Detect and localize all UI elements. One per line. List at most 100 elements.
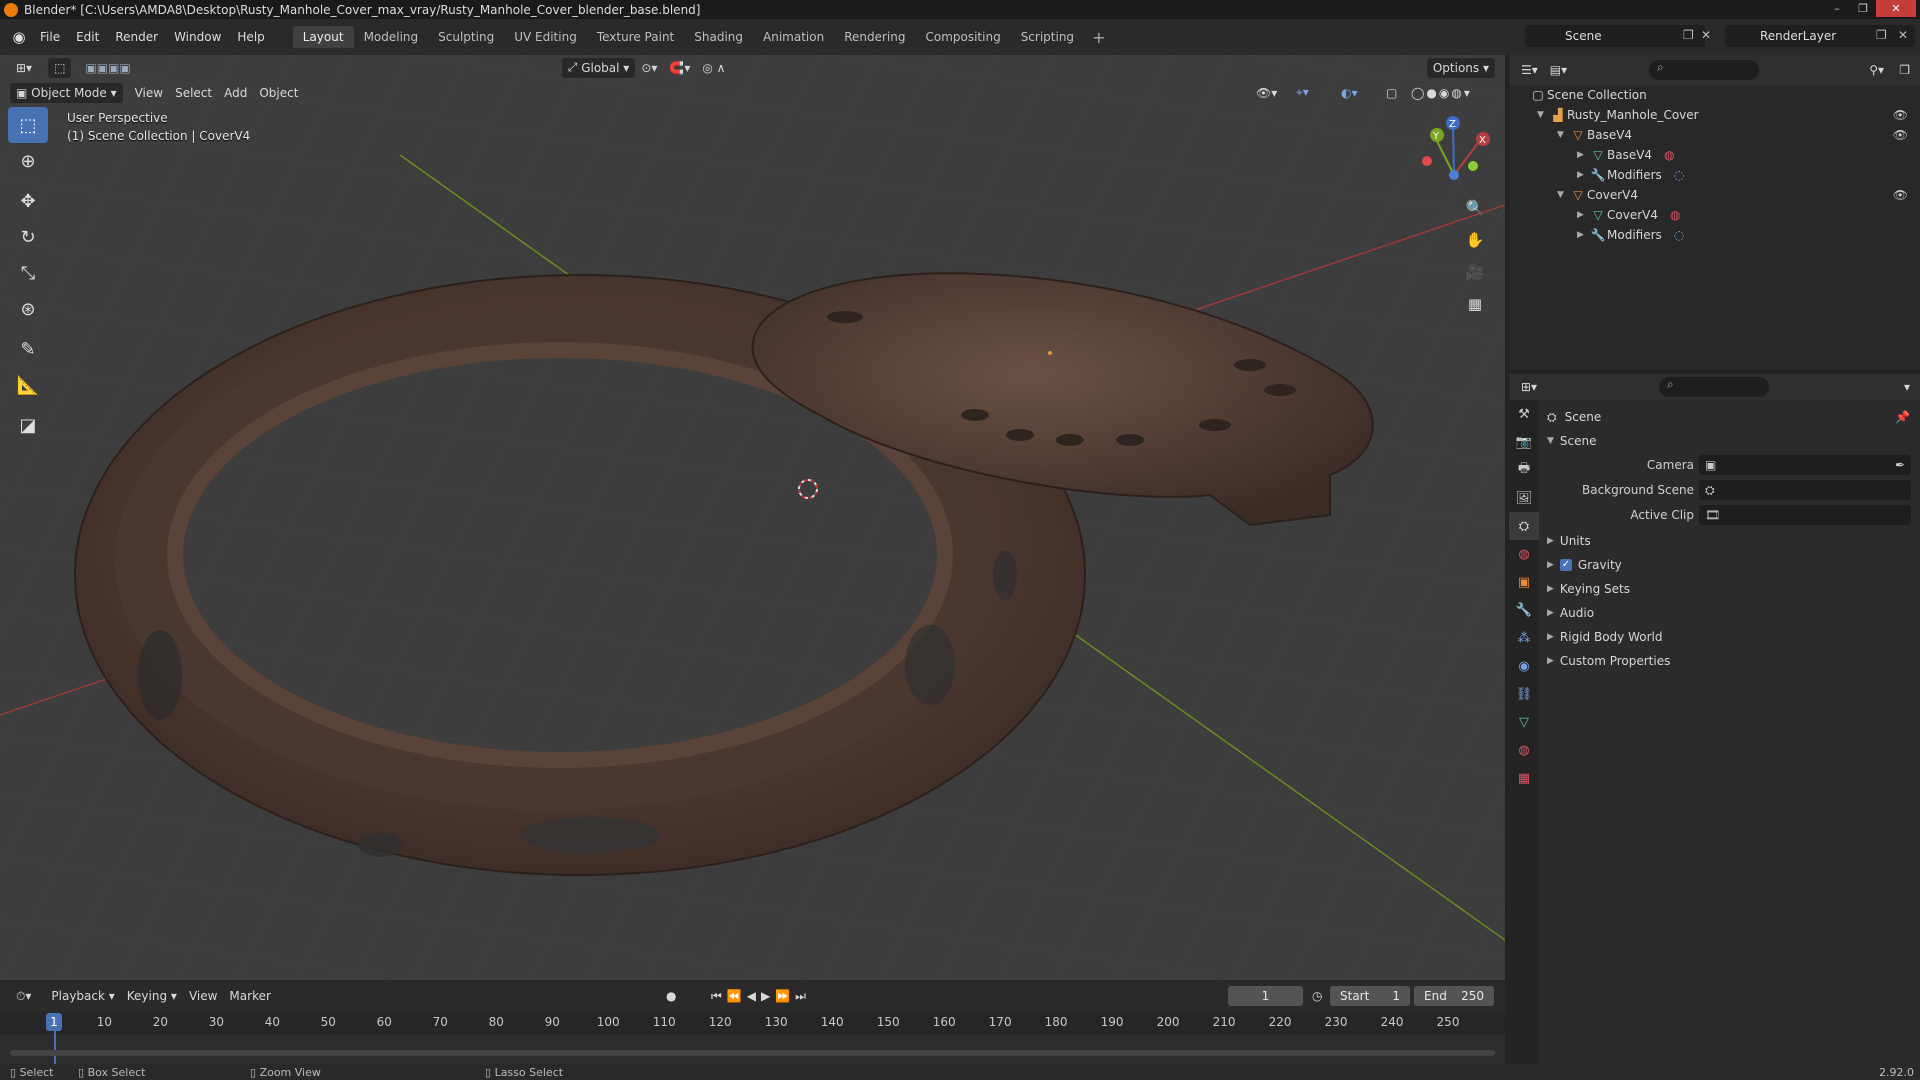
outliner-row-coverv4-modifiers[interactable]: ▶ 🔧 Modifiers ◌ xyxy=(1509,225,1920,245)
select-mode-icon[interactable]: ⬚ xyxy=(48,57,72,78)
tab-sculpting[interactable]: Sculpting xyxy=(428,26,504,48)
outliner-search-input[interactable]: ⌕ xyxy=(1649,60,1759,80)
current-frame-field[interactable]: 1 xyxy=(1228,986,1303,1006)
ortho-grid-icon[interactable]: ▦ xyxy=(1462,291,1488,317)
outliner-row-basev4-modifiers[interactable]: ▶ 🔧 Modifiers ◌ xyxy=(1509,165,1920,185)
expand-triangle-icon[interactable]: ▶ xyxy=(1577,210,1589,220)
camera-field[interactable]: ▣ ✒ xyxy=(1699,455,1911,475)
start-frame-field[interactable]: Start 1 xyxy=(1330,986,1410,1006)
close-button[interactable]: ✕ xyxy=(1876,0,1916,17)
delete-renderlayer-icon[interactable]: ✕ xyxy=(1898,28,1908,42)
scene-tab-icon[interactable]: ⛭ xyxy=(1509,512,1539,540)
menu-render[interactable]: Render xyxy=(107,27,166,47)
timeline-menu-marker[interactable]: Marker xyxy=(223,986,276,1006)
new-collection-icon[interactable]: ❐ xyxy=(1893,60,1916,80)
move-tool-icon[interactable]: ✥ xyxy=(8,183,48,219)
custom-properties-panel-header[interactable]: ▶ Custom Properties xyxy=(1539,650,1920,672)
visibility-icon[interactable]: 👁▾ xyxy=(1250,83,1283,103)
outliner-row-coverv4-object[interactable]: ▼ ▽ CoverV4 👁 xyxy=(1509,185,1920,205)
selection-set-icons[interactable]: ▣▣▣▣ xyxy=(79,58,136,78)
transform-tool-icon[interactable]: ⊛ xyxy=(8,291,48,327)
tool-tab-icon[interactable]: ⚒ xyxy=(1509,400,1539,428)
collapse-triangle-icon[interactable]: ▶ xyxy=(1547,656,1554,666)
collapse-triangle-icon[interactable]: ▶ xyxy=(1547,608,1554,618)
measure-tool-icon[interactable]: 📐 xyxy=(8,367,48,403)
scene-panel-header[interactable]: ▼ Scene xyxy=(1539,430,1920,452)
playback-controls-icons[interactable]: ⏮⏪◀▶⏩⏭ xyxy=(705,986,817,1006)
zoom-icon[interactable]: 🔍 xyxy=(1462,195,1488,221)
render-tab-icon[interactable]: 📷 xyxy=(1509,428,1539,456)
gravity-panel-header[interactable]: ▶ ✓ Gravity xyxy=(1539,554,1920,576)
gizmos-icon[interactable]: ⌖▾ xyxy=(1290,83,1315,103)
menu-file[interactable]: File xyxy=(32,27,68,47)
viewport-menu-select[interactable]: Select xyxy=(169,83,218,103)
tab-scripting[interactable]: Scripting xyxy=(1011,26,1084,48)
proportional-edit-icon[interactable]: ◎ ∧ xyxy=(696,58,731,78)
display-mode-icon[interactable]: ▤▾ xyxy=(1544,60,1573,80)
maximize-button[interactable]: ❐ xyxy=(1850,0,1876,17)
properties-search-input[interactable]: ⌕ xyxy=(1659,377,1769,397)
world-tab-icon[interactable]: ◍ xyxy=(1509,540,1539,568)
view-layer-tab-icon[interactable]: 🖼 xyxy=(1509,484,1539,512)
add-workspace-button[interactable]: + xyxy=(1084,28,1113,47)
timeline-editor-type-icon[interactable]: ⏱▾ xyxy=(10,986,37,1006)
editor-type-icon[interactable]: ⊞▾ xyxy=(10,58,38,78)
minimize-button[interactable]: – xyxy=(1824,0,1850,17)
playhead[interactable]: 1 xyxy=(46,1013,62,1031)
overlays-icon[interactable]: ◐▾ xyxy=(1335,83,1364,103)
visibility-eye-icon[interactable]: 👁 xyxy=(1893,128,1908,142)
physics-tab-icon[interactable]: ◉ xyxy=(1509,652,1539,680)
clock-icon[interactable]: ◷ xyxy=(1306,986,1328,1006)
shading-modes-icons[interactable]: ◯●◉◍▾ xyxy=(1405,83,1478,103)
delete-scene-icon[interactable]: ✕ xyxy=(1701,28,1711,42)
output-tab-icon[interactable]: 🖶 xyxy=(1509,456,1539,484)
expand-triangle-icon[interactable]: ▶ xyxy=(1577,170,1589,180)
texture-tab-icon[interactable]: ▦ xyxy=(1509,764,1539,792)
eyedropper-icon[interactable]: ✒ xyxy=(1895,458,1905,472)
record-icon[interactable]: ● xyxy=(660,986,682,1006)
timeline-menu-playback[interactable]: Playback ▾ xyxy=(45,986,120,1006)
tab-shading[interactable]: Shading xyxy=(684,26,753,48)
outliner-row-scene-collection[interactable]: ▢ Scene Collection xyxy=(1509,85,1920,105)
tab-layout[interactable]: Layout xyxy=(292,26,354,48)
material-tab-icon[interactable]: ◍ xyxy=(1509,736,1539,764)
outliner-row-basev4-object[interactable]: ▼ ▽ BaseV4 👁 xyxy=(1509,125,1920,145)
new-renderlayer-icon[interactable]: ❐ xyxy=(1876,28,1887,42)
frame-ruler[interactable]: 1102030405060708090100110120130140150160… xyxy=(0,1012,1505,1034)
add-cube-tool-icon[interactable]: ◪ xyxy=(8,407,48,443)
expand-triangle-icon[interactable]: ▼ xyxy=(1557,190,1569,200)
scene-selector[interactable]: Scene xyxy=(1525,25,1705,47)
expand-triangle-icon[interactable]: ▶ xyxy=(1577,230,1589,240)
tab-uv-editing[interactable]: UV Editing xyxy=(504,26,587,48)
menu-help[interactable]: Help xyxy=(229,27,272,47)
pin-icon[interactable]: 📌 xyxy=(1895,410,1910,424)
menu-window[interactable]: Window xyxy=(166,27,229,47)
timeline-menu-view[interactable]: View xyxy=(183,986,223,1006)
pivot-point-icon[interactable]: ⊙▾ xyxy=(635,58,663,78)
tab-compositing[interactable]: Compositing xyxy=(915,26,1010,48)
options-dropdown[interactable]: Options ▾ xyxy=(1426,57,1495,78)
camera-view-icon[interactable]: 🎥 xyxy=(1462,259,1488,285)
outliner-row-basev4-mesh[interactable]: ▶ ▽ BaseV4 ◍ xyxy=(1509,145,1920,165)
keyframe-area[interactable] xyxy=(0,1034,1505,1064)
visibility-eye-icon[interactable]: 👁 xyxy=(1893,188,1908,202)
rigid-body-world-panel-header[interactable]: ▶ Rigid Body World xyxy=(1539,626,1920,648)
mode-dropdown[interactable]: ▣ Object Mode ▾ xyxy=(10,82,123,103)
menu-edit[interactable]: Edit xyxy=(68,27,107,47)
new-scene-icon[interactable]: ❐ xyxy=(1683,28,1694,42)
timeline-scrollbar[interactable] xyxy=(10,1050,1495,1056)
audio-panel-header[interactable]: ▶ Audio xyxy=(1539,602,1920,624)
collapse-triangle-icon[interactable]: ▶ xyxy=(1547,536,1554,546)
transform-orientation-dropdown[interactable]: ⤢ Global ▾ xyxy=(561,57,636,78)
tab-animation[interactable]: Animation xyxy=(753,26,834,48)
units-panel-header[interactable]: ▶ Units xyxy=(1539,530,1920,552)
outliner-row-coverv4-mesh[interactable]: ▶ ▽ CoverV4 ◍ xyxy=(1509,205,1920,225)
viewport-menu-object[interactable]: Object xyxy=(253,83,304,103)
end-frame-field[interactable]: End 250 xyxy=(1414,986,1494,1006)
expand-triangle-icon[interactable]: ▶ xyxy=(1577,150,1589,160)
tab-rendering[interactable]: Rendering xyxy=(834,26,915,48)
rotate-tool-icon[interactable]: ↻ xyxy=(8,219,48,255)
cursor-tool-icon[interactable]: ⊕ xyxy=(8,143,48,179)
active-clip-field[interactable]: 🎞 xyxy=(1699,505,1911,525)
expand-triangle-icon[interactable]: ▼ xyxy=(1547,436,1554,446)
